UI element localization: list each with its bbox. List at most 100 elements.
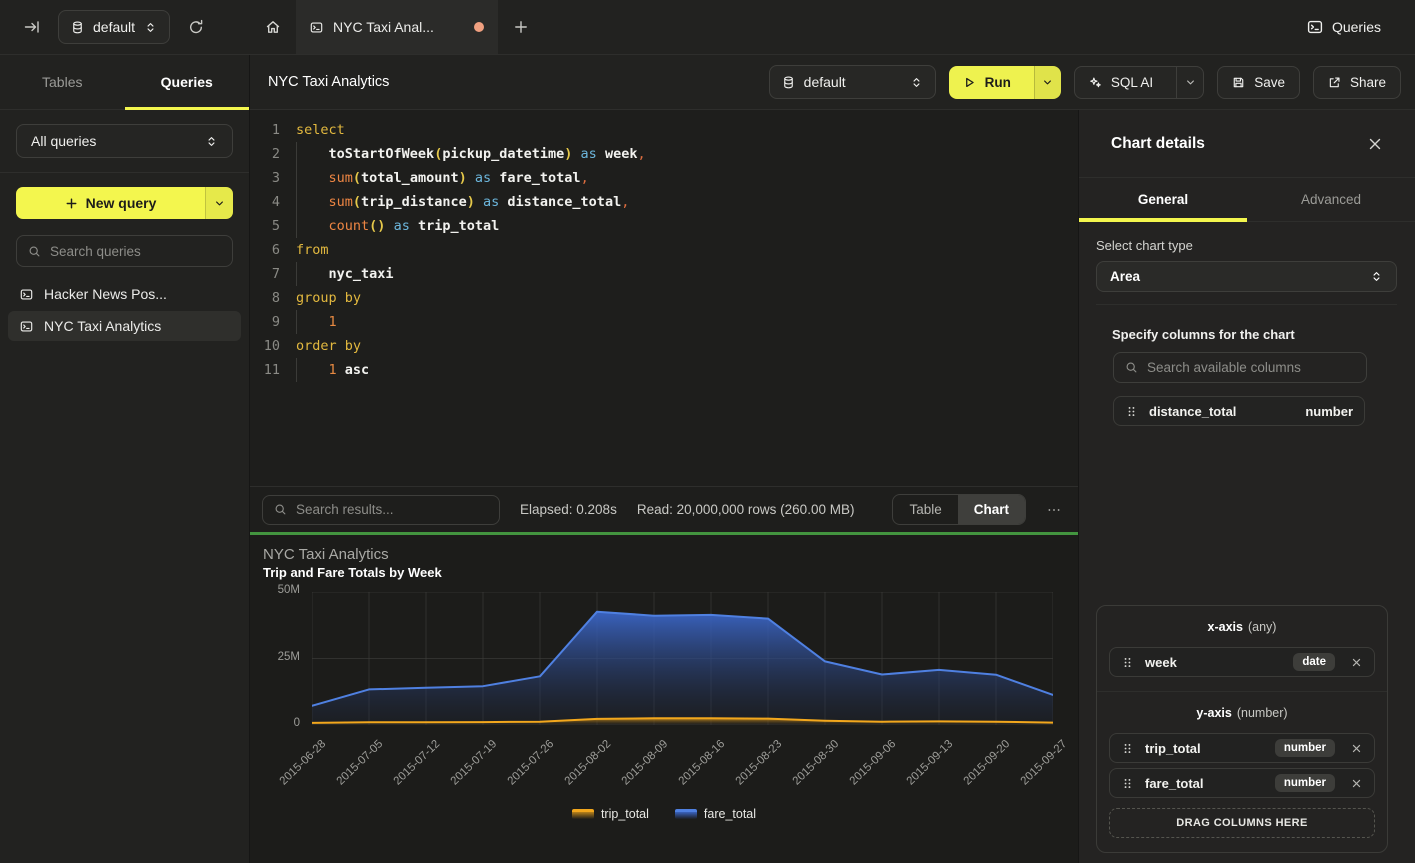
sql-editor[interactable]: 1select2 toStartOfWeek(pickup_datetime) … xyxy=(250,110,1078,485)
chart-type-select[interactable]: Area xyxy=(1096,261,1397,292)
tab-nyc-taxi-analytics[interactable]: NYC Taxi Anal... xyxy=(296,0,498,54)
drop-zone[interactable]: DRAG COLUMNS HERE xyxy=(1109,808,1375,838)
tab-advanced-label: Advanced xyxy=(1301,192,1361,207)
drag-handle-icon[interactable] xyxy=(1121,777,1134,790)
drag-handle-icon[interactable] xyxy=(1121,742,1134,755)
code-line[interactable]: 3 sum(total_amount) as fare_total, xyxy=(260,166,1078,190)
collapse-sidebar-icon[interactable] xyxy=(20,15,44,39)
home-icon[interactable] xyxy=(250,0,296,54)
save-button[interactable]: Save xyxy=(1217,66,1300,99)
y-axis-column-trip-total[interactable]: trip_total number xyxy=(1109,733,1375,763)
remove-column-icon[interactable] xyxy=(1350,777,1363,790)
y-axis-column-fare-total[interactable]: fare_total number xyxy=(1109,768,1375,798)
code-line[interactable]: 6from xyxy=(260,238,1078,262)
code-line[interactable]: 7 nyc_taxi xyxy=(260,262,1078,286)
code-line[interactable]: 4 sum(trip_distance) as distance_total, xyxy=(260,190,1078,214)
toolbar: default Run SQL AI xyxy=(769,65,1401,99)
topbar-database-selector[interactable]: default xyxy=(58,10,170,44)
search-queries-input[interactable] xyxy=(50,244,221,259)
code-line[interactable]: 2 toStartOfWeek(pickup_datetime) as week… xyxy=(260,142,1078,166)
y-axis-title-text: y-axis xyxy=(1196,706,1231,720)
tab-tables[interactable]: Tables xyxy=(0,55,125,109)
code-line[interactable]: 8group by xyxy=(260,286,1078,310)
refresh-icon[interactable] xyxy=(184,15,208,39)
column-type-badge: date xyxy=(1293,653,1335,671)
more-options-icon[interactable] xyxy=(1046,502,1062,518)
legend-swatch xyxy=(572,809,594,819)
x-axis-section: x-axis(any) week date xyxy=(1097,606,1387,691)
editor-column: 1select2 toStartOfWeek(pickup_datetime) … xyxy=(250,110,1078,863)
sparkles-icon xyxy=(1089,76,1102,89)
drag-handle-icon[interactable] xyxy=(1125,405,1138,418)
database-icon xyxy=(782,76,795,89)
remove-column-icon[interactable] xyxy=(1350,742,1363,755)
query-item-label: NYC Taxi Analytics xyxy=(44,318,161,334)
new-query-button[interactable]: New query xyxy=(16,187,233,219)
read-stat: Read: 20,000,000 rows (260.00 MB) xyxy=(637,502,855,517)
chart-type-value: Area xyxy=(1110,269,1140,284)
new-tab-button[interactable] xyxy=(498,0,544,54)
sql-ai-main[interactable]: SQL AI xyxy=(1075,67,1167,98)
code-line[interactable]: 11 1 asc xyxy=(260,358,1078,382)
run-dropdown[interactable] xyxy=(1034,66,1061,99)
new-query-label: New query xyxy=(86,195,157,211)
line-number: 5 xyxy=(260,214,280,238)
query-item-hacker-news[interactable]: Hacker News Pos... xyxy=(8,279,241,309)
x-axis-hint: (any) xyxy=(1248,620,1276,634)
legend-item-fare_total[interactable]: fare_total xyxy=(675,807,756,821)
search-results-field[interactable] xyxy=(262,495,500,525)
tab-title: NYC Taxi Anal... xyxy=(333,19,434,35)
sql-ai-dropdown[interactable] xyxy=(1176,67,1203,98)
chart-area: NYC Taxi Analytics Trip and Fare Totals … xyxy=(250,535,1078,863)
column-type-badge: number xyxy=(1275,739,1335,757)
columns-search-input[interactable] xyxy=(1147,360,1355,375)
available-column-distance-total[interactable]: distance_total number xyxy=(1113,396,1365,426)
close-icon[interactable] xyxy=(1367,136,1383,152)
topbar-left: default xyxy=(0,0,250,54)
view-toggle-table[interactable]: Table xyxy=(893,495,957,524)
tab-strip: NYC Taxi Anal... xyxy=(250,0,1307,54)
tab-queries-label: Queries xyxy=(161,74,213,90)
share-button[interactable]: Share xyxy=(1313,66,1401,99)
search-queries-field[interactable] xyxy=(16,235,233,267)
sql-ai-button[interactable]: SQL AI xyxy=(1074,66,1204,99)
line-content: group by xyxy=(296,286,361,310)
queries-button-label: Queries xyxy=(1332,19,1381,35)
tab-general[interactable]: General xyxy=(1079,178,1247,221)
columns-label: Specify columns for the chart xyxy=(1112,327,1367,342)
code-line[interactable]: 9 1 xyxy=(260,310,1078,334)
legend-label: trip_total xyxy=(601,807,649,821)
code-line[interactable]: 1select xyxy=(260,118,1078,142)
line-content: 1 xyxy=(296,310,337,334)
save-button-label: Save xyxy=(1254,75,1285,90)
tab-advanced[interactable]: Advanced xyxy=(1247,178,1415,221)
run-button[interactable]: Run xyxy=(949,66,1061,99)
code-line[interactable]: 5 count() as trip_total xyxy=(260,214,1078,238)
toolbar-database-selector[interactable]: default xyxy=(769,65,936,99)
view-toggle-chart[interactable]: Chart xyxy=(958,495,1025,524)
line-content: sum(total_amount) as fare_total, xyxy=(296,166,589,190)
drag-handle-icon[interactable] xyxy=(1121,656,1134,669)
remove-column-icon[interactable] xyxy=(1350,656,1363,669)
new-query-main[interactable]: New query xyxy=(16,187,205,219)
line-number: 11 xyxy=(260,358,280,382)
x-axis-title: x-axis(any) xyxy=(1109,616,1375,642)
run-button-main[interactable]: Run xyxy=(949,66,1025,99)
query-filter-select[interactable]: All queries xyxy=(16,124,233,158)
line-number: 9 xyxy=(260,310,280,334)
x-axis-column-week[interactable]: week date xyxy=(1109,647,1375,677)
query-item-nyc-taxi[interactable]: NYC Taxi Analytics xyxy=(8,311,241,341)
save-icon xyxy=(1232,76,1245,89)
query-console-icon xyxy=(20,320,33,333)
queries-button[interactable]: Queries xyxy=(1307,19,1415,35)
share-icon xyxy=(1328,76,1341,89)
columns-search-field[interactable] xyxy=(1113,352,1367,383)
new-query-dropdown[interactable] xyxy=(205,187,233,219)
search-results-input[interactable] xyxy=(296,502,488,517)
code-line[interactable]: 10order by xyxy=(260,334,1078,358)
legend-item-trip_total[interactable]: trip_total xyxy=(572,807,649,821)
sidebar-tabs: Tables Queries xyxy=(0,55,249,110)
chart-plot[interactable] xyxy=(312,592,1053,725)
tab-queries[interactable]: Queries xyxy=(125,55,250,109)
line-number: 2 xyxy=(260,142,280,166)
